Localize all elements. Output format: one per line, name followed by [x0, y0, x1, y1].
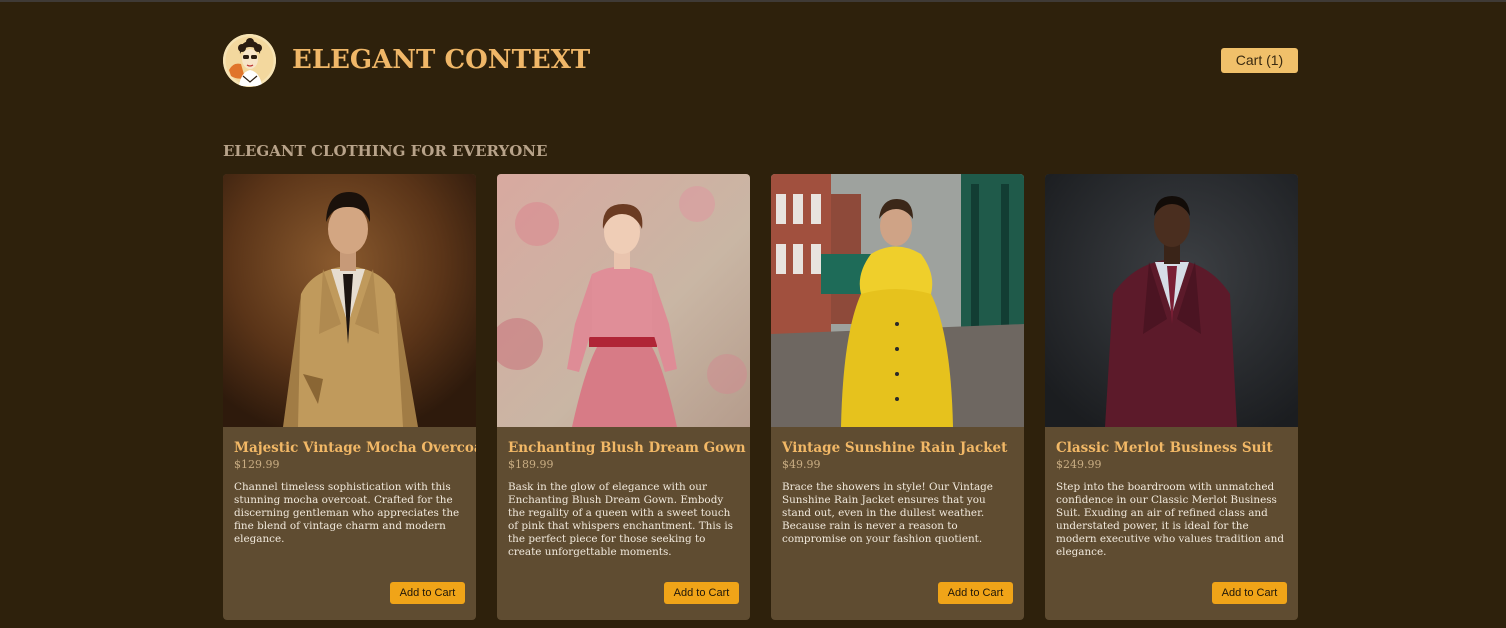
product-description: Brace the showers in style! Our Vintage …: [782, 481, 993, 545]
product-grid: Majestic Vintage Mocha Overcoat $129.99 …: [223, 174, 1298, 620]
product-name[interactable]: Vintage Sunshine Rain Jacket: [782, 438, 1017, 458]
brand-title[interactable]: ELEGANT CONTEXT: [292, 42, 590, 78]
product-price: $249.99: [1056, 458, 1102, 471]
cart-button[interactable]: Cart (1): [1221, 48, 1298, 73]
product-description: Channel timeless sophistication with thi…: [234, 481, 460, 545]
product-card: Majestic Vintage Mocha Overcoat $129.99 …: [223, 174, 476, 620]
product-image-business-suit[interactable]: [1045, 174, 1298, 427]
add-to-cart-button[interactable]: Add to Cart: [390, 582, 465, 604]
brand-logo[interactable]: [223, 34, 276, 87]
product-price: $49.99: [782, 458, 821, 471]
product-name[interactable]: Majestic Vintage Mocha Overcoat: [234, 438, 476, 458]
product-image-gown[interactable]: [497, 174, 750, 427]
product-card: Vintage Sunshine Rain Jacket $49.99 Brac…: [771, 174, 1024, 620]
product-image-overcoat[interactable]: [223, 174, 476, 427]
product-price: $129.99: [234, 458, 280, 471]
add-to-cart-button[interactable]: Add to Cart: [1212, 582, 1287, 604]
product-price: $189.99: [508, 458, 554, 471]
product-card: Enchanting Blush Dream Gown $189.99 Bask…: [497, 174, 750, 620]
product-card: Classic Merlot Business Suit $249.99 Ste…: [1045, 174, 1298, 620]
product-description: Bask in the glow of elegance with our En…: [508, 481, 733, 558]
add-to-cart-button[interactable]: Add to Cart: [664, 582, 739, 604]
section-title: ELEGANT CLOTHING FOR EVERYONE: [223, 142, 548, 160]
page-container: ELEGANT CONTEXT Cart (1) ELEGANT CLOTHIN…: [223, 0, 1298, 628]
product-name[interactable]: Enchanting Blush Dream Gown: [508, 438, 746, 458]
add-to-cart-button[interactable]: Add to Cart: [938, 582, 1013, 604]
product-description: Step into the boardroom with unmatched c…: [1056, 481, 1284, 558]
product-image-rain-jacket[interactable]: [771, 174, 1024, 427]
product-name[interactable]: Classic Merlot Business Suit: [1056, 438, 1291, 458]
